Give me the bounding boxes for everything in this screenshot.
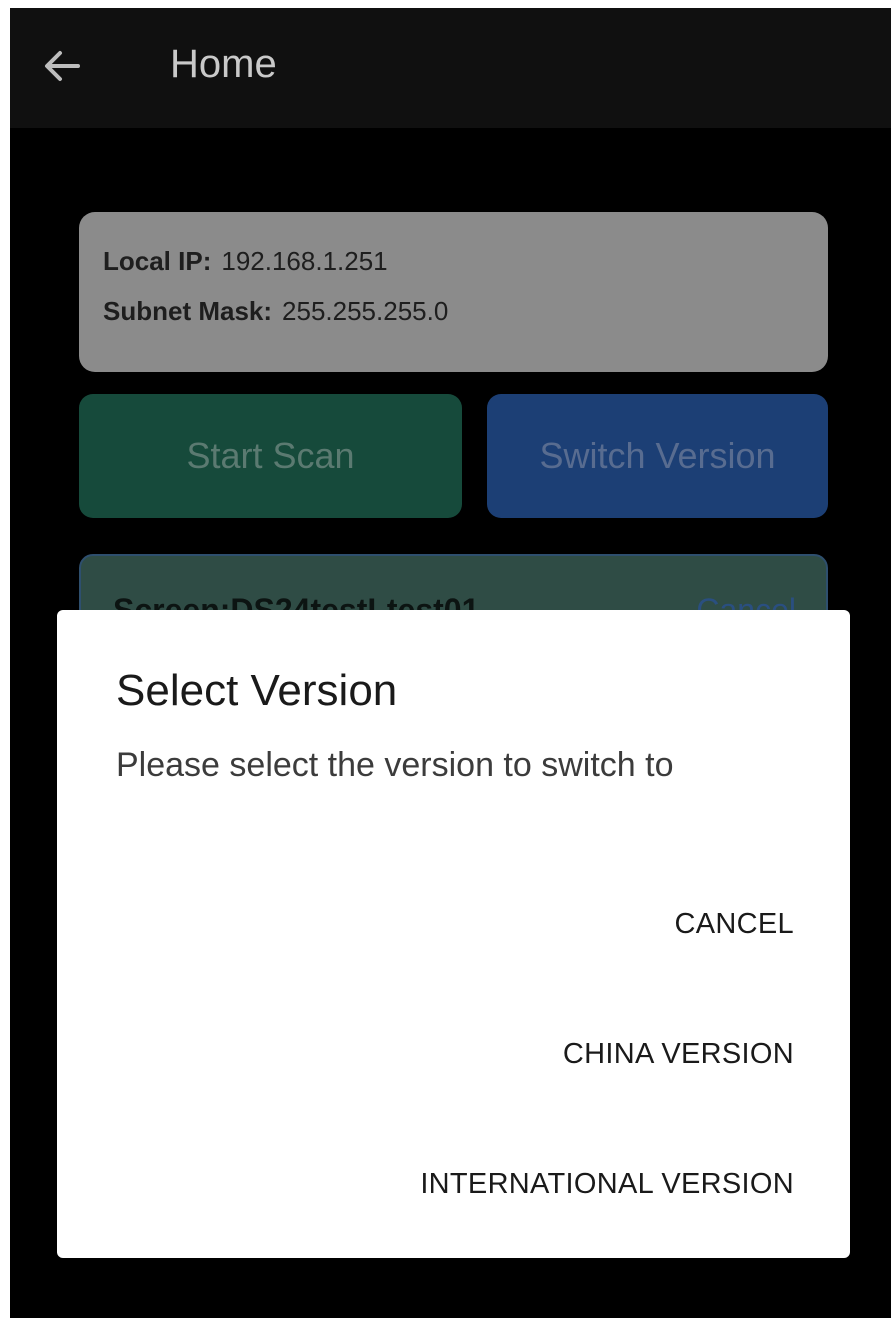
switch-version-button[interactable]: Switch Version xyxy=(487,394,828,518)
app-bar: Home xyxy=(10,8,891,128)
network-info-card: Local IP: 192.168.1.251 Subnet Mask: 255.2… xyxy=(79,212,828,372)
local-ip-label: Local IP: xyxy=(103,246,212,276)
dialog-message: Please select the version to switch to xyxy=(116,746,674,784)
subnet-mask-label: Subnet Mask: xyxy=(103,296,273,326)
dialog-cancel-button[interactable]: CANCEL xyxy=(675,908,794,941)
local-ip-row: Local IP: 192.168.1.251 xyxy=(103,246,388,277)
page-title: Home xyxy=(170,42,277,86)
subnet-mask-row: Subnet Mask: 255.255.255.0 xyxy=(103,296,448,327)
local-ip-value: 192.168.1.251 xyxy=(221,246,388,276)
arrow-left-icon xyxy=(45,51,80,81)
dialog-title: Select Version xyxy=(116,666,398,715)
app-screen: Home Local IP: 192.168.1.251 Subnet Mask:… xyxy=(10,8,891,1318)
china-version-button[interactable]: CHINA VERSION xyxy=(563,1038,794,1071)
subnet-mask-value: 255.255.255.0 xyxy=(282,296,449,326)
back-button[interactable] xyxy=(34,38,90,94)
international-version-button[interactable]: INTERNATIONAL VERSION xyxy=(420,1168,794,1201)
select-version-dialog: Select Version Please select the version… xyxy=(57,610,850,1258)
start-scan-button[interactable]: Start Scan xyxy=(79,394,462,518)
